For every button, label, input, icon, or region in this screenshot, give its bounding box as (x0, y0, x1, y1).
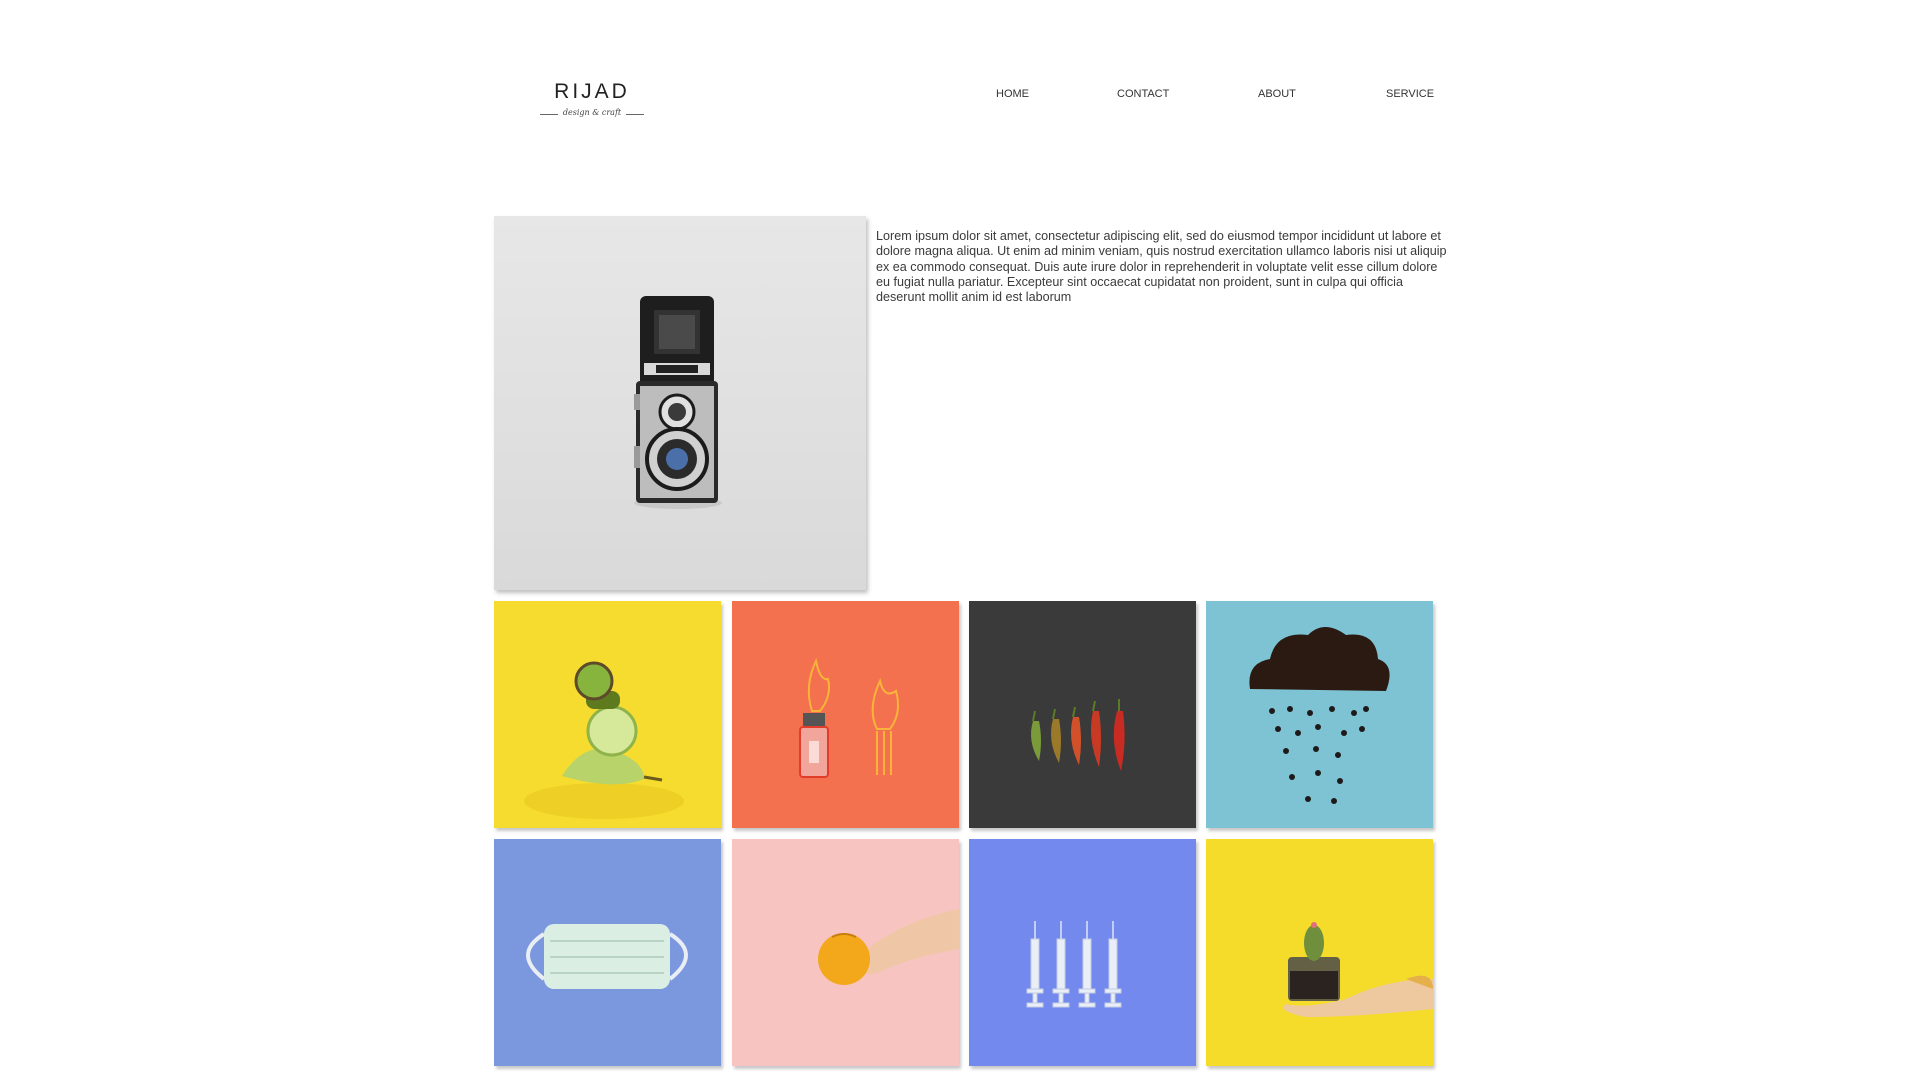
chili-illustration (969, 601, 1196, 828)
gallery-tile-lighter-matches[interactable] (732, 601, 959, 828)
hero-camera-image (494, 216, 866, 590)
lighter-illustration (732, 601, 959, 828)
gallery-tile-syringes[interactable] (969, 839, 1196, 1066)
intro-paragraph: Lorem ipsum dolor sit amet, consectetur … (876, 229, 1447, 305)
camera-illustration (634, 296, 722, 509)
nav-service[interactable]: SERVICE (1386, 88, 1434, 100)
hand-cactus-illustration (1206, 839, 1433, 1066)
nav-home[interactable]: HOME (996, 88, 1029, 100)
fruit-stack-illustration (494, 601, 721, 828)
gallery-tile-hand-cactus[interactable] (1206, 839, 1433, 1066)
gallery-tile-hand-orange[interactable] (732, 839, 959, 1066)
nav-about[interactable]: ABOUT (1258, 88, 1296, 100)
logo-rule-right (626, 114, 644, 115)
face-mask-illustration (494, 839, 721, 1066)
syringe-illustration (969, 839, 1196, 1066)
hand-orange-illustration (732, 839, 959, 1066)
logo-tagline: design & craft (562, 108, 622, 117)
gallery-tile-kiwi-lime-pear[interactable] (494, 601, 721, 828)
site-header: RIJAD design & craft HOME CONTACT ABOUT … (0, 0, 1908, 140)
gallery-tile-coffee-cloud[interactable] (1206, 601, 1433, 828)
gallery-tile-face-mask[interactable] (494, 839, 721, 1066)
nav-contact[interactable]: CONTACT (1117, 88, 1169, 100)
coffee-cloud-illustration (1206, 601, 1433, 828)
gallery-tile-chili-peppers[interactable] (969, 601, 1196, 828)
logo[interactable]: RIJAD design & craft (532, 80, 652, 126)
logo-wordmark: RIJAD (554, 80, 630, 103)
